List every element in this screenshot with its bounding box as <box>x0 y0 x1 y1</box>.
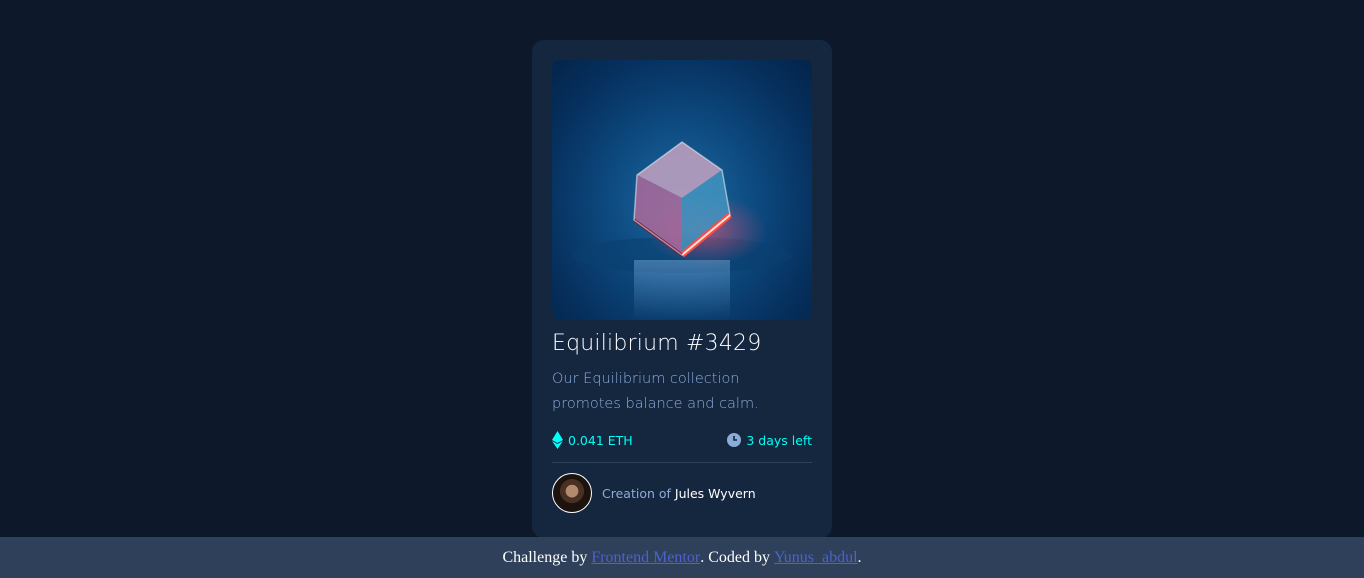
nft-card: Equilibrium #3429 Our Equilibrium collec… <box>532 40 832 538</box>
footer-text-before: Challenge by <box>502 548 592 566</box>
ethereum-icon <box>552 431 563 449</box>
creator-prefix: Creation of <box>602 485 671 501</box>
author-link[interactable]: Yunus_abdul <box>774 549 858 567</box>
time-stat: 3 days left <box>727 433 812 448</box>
price-stat: 0.041 ETH <box>552 431 633 449</box>
footer-text-after: . <box>857 548 862 566</box>
nft-title[interactable]: Equilibrium #3429 <box>552 329 812 359</box>
creator-text: Creation of Jules Wyvern <box>602 486 756 501</box>
cube-illustration <box>572 141 792 320</box>
attribution-footer: Challenge by Frontend Mentor . Coded by … <box>0 537 1364 578</box>
footer-text-middle: . Coded by <box>700 548 774 566</box>
creator-row: Creation of Jules Wyvern <box>552 473 812 513</box>
page: Equilibrium #3429 Our Equilibrium collec… <box>0 0 1364 578</box>
time-left: 3 days left <box>746 432 812 448</box>
divider <box>552 462 812 463</box>
price-value: 0.041 ETH <box>568 432 633 448</box>
clock-icon <box>727 433 742 447</box>
creator-avatar <box>552 473 592 513</box>
frontend-mentor-link[interactable]: Frontend Mentor <box>591 549 700 567</box>
creator-name-link[interactable]: Jules Wyvern <box>675 486 756 501</box>
nft-stats: 0.041 ETH 3 days left <box>552 430 812 450</box>
nft-image[interactable] <box>552 60 812 320</box>
nft-description: Our Equilibrium collection promotes bala… <box>552 371 759 412</box>
